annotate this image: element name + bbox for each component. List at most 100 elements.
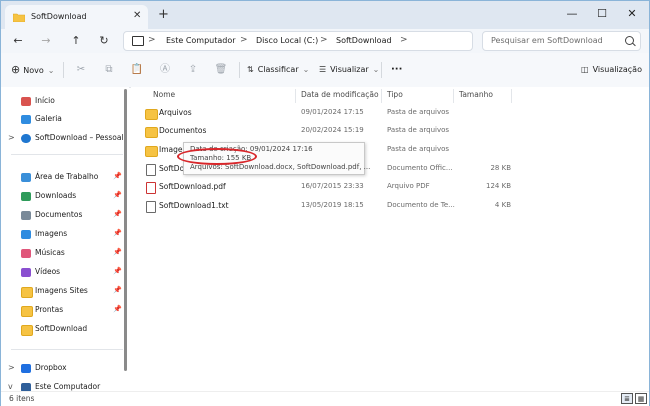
minimize-button[interactable]: — — [557, 5, 587, 23]
file-list: Nome Data de modificação Tipo Tamanho Ar… — [131, 87, 649, 392]
pin-icon: 📌 — [113, 248, 122, 256]
sidebar-item-musicas[interactable]: Músicas 📌 — [1, 245, 125, 263]
sidebar-item-inicio[interactable]: Início — [1, 93, 125, 111]
sidebar-divider — [11, 154, 123, 155]
sidebar-item-dropbox[interactable]: > Dropbox — [1, 360, 125, 378]
up-button[interactable]: ↑ — [67, 33, 85, 49]
file-name: Arquivos — [159, 108, 192, 117]
close-button[interactable]: ✕ — [617, 5, 647, 23]
sidebar-item-label: Imagens — [35, 229, 68, 238]
file-type: Documento Offic... — [387, 164, 453, 172]
view-button[interactable]: ☰ Visualizar ⌄ — [319, 62, 379, 78]
sidebar-item-label: Imagens Sites — [35, 286, 88, 295]
file-size: 28 KB — [490, 164, 511, 172]
tab-softdownload[interactable]: SoftDownload ✕ — [5, 5, 148, 29]
pictures-icon — [21, 230, 31, 239]
file-row-arquivos[interactable]: Arquivos 09/01/2024 17:15 Pasta de arqui… — [141, 105, 511, 123]
breadcrumb-item-softdownload[interactable]: SoftDownload — [336, 36, 392, 45]
file-size: 4 KB — [494, 201, 511, 209]
toolbar-divider — [239, 62, 240, 78]
desktop-icon — [21, 173, 31, 182]
preview-pane-button[interactable]: ◫ Visualização — [581, 62, 642, 78]
copy-icon[interactable]: ⧉ — [101, 62, 117, 78]
folder-icon — [21, 325, 33, 336]
file-row-softdownload-pdf[interactable]: SoftDownload.pdf 16/07/2015 23:33 Arquiv… — [141, 179, 511, 197]
column-divider[interactable] — [381, 89, 382, 103]
sidebar-item-imagens-sites[interactable]: Imagens Sites 📌 — [1, 283, 125, 301]
column-header-type[interactable]: Tipo — [387, 90, 403, 99]
sidebar-divider — [11, 349, 123, 350]
sidebar-item-onedrive[interactable]: > SoftDownload – Pessoal — [1, 130, 125, 148]
home-icon — [21, 97, 31, 106]
pin-icon: 📌 — [113, 267, 122, 275]
new-button[interactable]: ⊕ Novo ⌄ — [11, 62, 54, 78]
computer-icon — [132, 36, 144, 46]
breadcrumb-item-disco-local[interactable]: Disco Local (C:) — [256, 36, 318, 45]
search-input[interactable]: Pesquisar em SoftDownload — [482, 31, 641, 51]
title-bar: SoftDownload ✕ + — ☐ ✕ — [1, 1, 649, 29]
documents-icon — [21, 211, 31, 220]
sidebar-item-label: SoftDownload – Pessoal — [35, 133, 124, 142]
breadcrumb-item-este-computador[interactable]: Este Computador — [166, 36, 236, 45]
chevron-right-icon[interactable]: > — [8, 363, 15, 372]
file-type: Pasta de arquivos — [387, 126, 450, 134]
sidebar-item-label: Início — [35, 96, 55, 105]
new-tab-button[interactable]: + — [158, 7, 169, 22]
sidebar-item-label: Vídeos — [35, 267, 61, 276]
column-header-name[interactable]: Nome — [153, 90, 175, 99]
forward-button[interactable]: → — [37, 33, 55, 49]
column-divider[interactable] — [295, 89, 296, 103]
details-view-icon[interactable]: ≣ — [621, 393, 633, 404]
refresh-button[interactable]: ↻ — [95, 33, 113, 49]
sidebar-item-downloads[interactable]: Downloads 📌 — [1, 188, 125, 206]
sidebar-item-imagens[interactable]: Imagens 📌 — [1, 226, 125, 244]
chevron-down-icon[interactable]: v — [8, 382, 13, 391]
file-row-documentos[interactable]: Documentos 20/02/2024 15:19 Pasta de arq… — [141, 123, 511, 141]
file-type: Pasta de arquivos — [387, 108, 450, 116]
column-divider[interactable] — [453, 89, 454, 103]
breadcrumb[interactable]: > Este Computador > Disco Local (C:) > S… — [123, 31, 473, 51]
breadcrumb-separator: > — [240, 35, 248, 45]
cut-icon[interactable]: ✂ — [73, 62, 89, 78]
sidebar-item-galeria[interactable]: Galeria — [1, 111, 125, 129]
file-row-softdownload1-txt[interactable]: SoftDownload1.txt 13/05/2019 18:15 Docum… — [141, 198, 511, 216]
sidebar-scrollbar[interactable] — [124, 89, 127, 371]
back-button[interactable]: ← — [9, 33, 27, 49]
breadcrumb-separator: > — [148, 35, 156, 45]
share-icon[interactable]: ⇪ — [185, 62, 201, 78]
rename-icon[interactable]: Ⓐ — [157, 62, 173, 78]
sidebar-item-label: Dropbox — [35, 363, 67, 372]
delete-icon[interactable]: 🗑 — [213, 62, 229, 78]
item-count: 6 itens — [9, 394, 35, 403]
column-divider[interactable] — [511, 89, 512, 103]
sidebar-item-documentos[interactable]: Documentos 📌 — [1, 207, 125, 225]
sidebar-item-videos[interactable]: Vídeos 📌 — [1, 264, 125, 282]
sort-button[interactable]: ⇅ Classificar ⌄ — [247, 62, 309, 78]
sidebar-item-softdownload[interactable]: SoftDownload — [1, 321, 125, 339]
pin-icon: 📌 — [113, 305, 122, 313]
paste-icon[interactable]: 📋 — [129, 62, 145, 78]
new-label: Novo — [23, 66, 44, 75]
sidebar-item-prontas[interactable]: Prontas 📌 — [1, 302, 125, 320]
maximize-button[interactable]: ☐ — [587, 5, 617, 23]
folder-icon — [145, 127, 158, 138]
chevron-right-icon[interactable]: > — [8, 133, 15, 142]
music-icon — [21, 249, 31, 258]
file-explorer-window: SoftDownload ✕ + — ☐ ✕ ← → ↑ ↻ > Este Co… — [0, 0, 650, 406]
folder-icon — [21, 287, 33, 298]
column-header-size[interactable]: Tamanho — [459, 90, 493, 99]
file-date: 16/07/2015 23:33 — [301, 182, 364, 190]
tiles-view-icon[interactable]: ▦ — [635, 393, 647, 404]
column-header-date[interactable]: Data de modificação — [301, 90, 379, 99]
plus-icon: ⊕ — [11, 63, 21, 76]
preview-pane-icon: ◫ — [581, 65, 589, 74]
view-label: Visualizar — [330, 65, 369, 74]
command-bar: ⊕ Novo ⌄ ✂ ⧉ 📋 Ⓐ ⇪ 🗑 ⇅ Classificar ⌄ ☰ Visual… — [1, 53, 649, 88]
tab-close-icon[interactable]: ✕ — [133, 10, 141, 21]
pin-icon: 📌 — [113, 210, 122, 218]
sidebar-item-area-de-trabalho[interactable]: Área de Trabalho 📌 — [1, 169, 125, 187]
pin-icon: 📌 — [113, 286, 122, 294]
more-options-button[interactable]: ··· — [391, 62, 402, 78]
videos-icon — [21, 268, 31, 277]
file-date: 20/02/2024 15:19 — [301, 126, 364, 134]
